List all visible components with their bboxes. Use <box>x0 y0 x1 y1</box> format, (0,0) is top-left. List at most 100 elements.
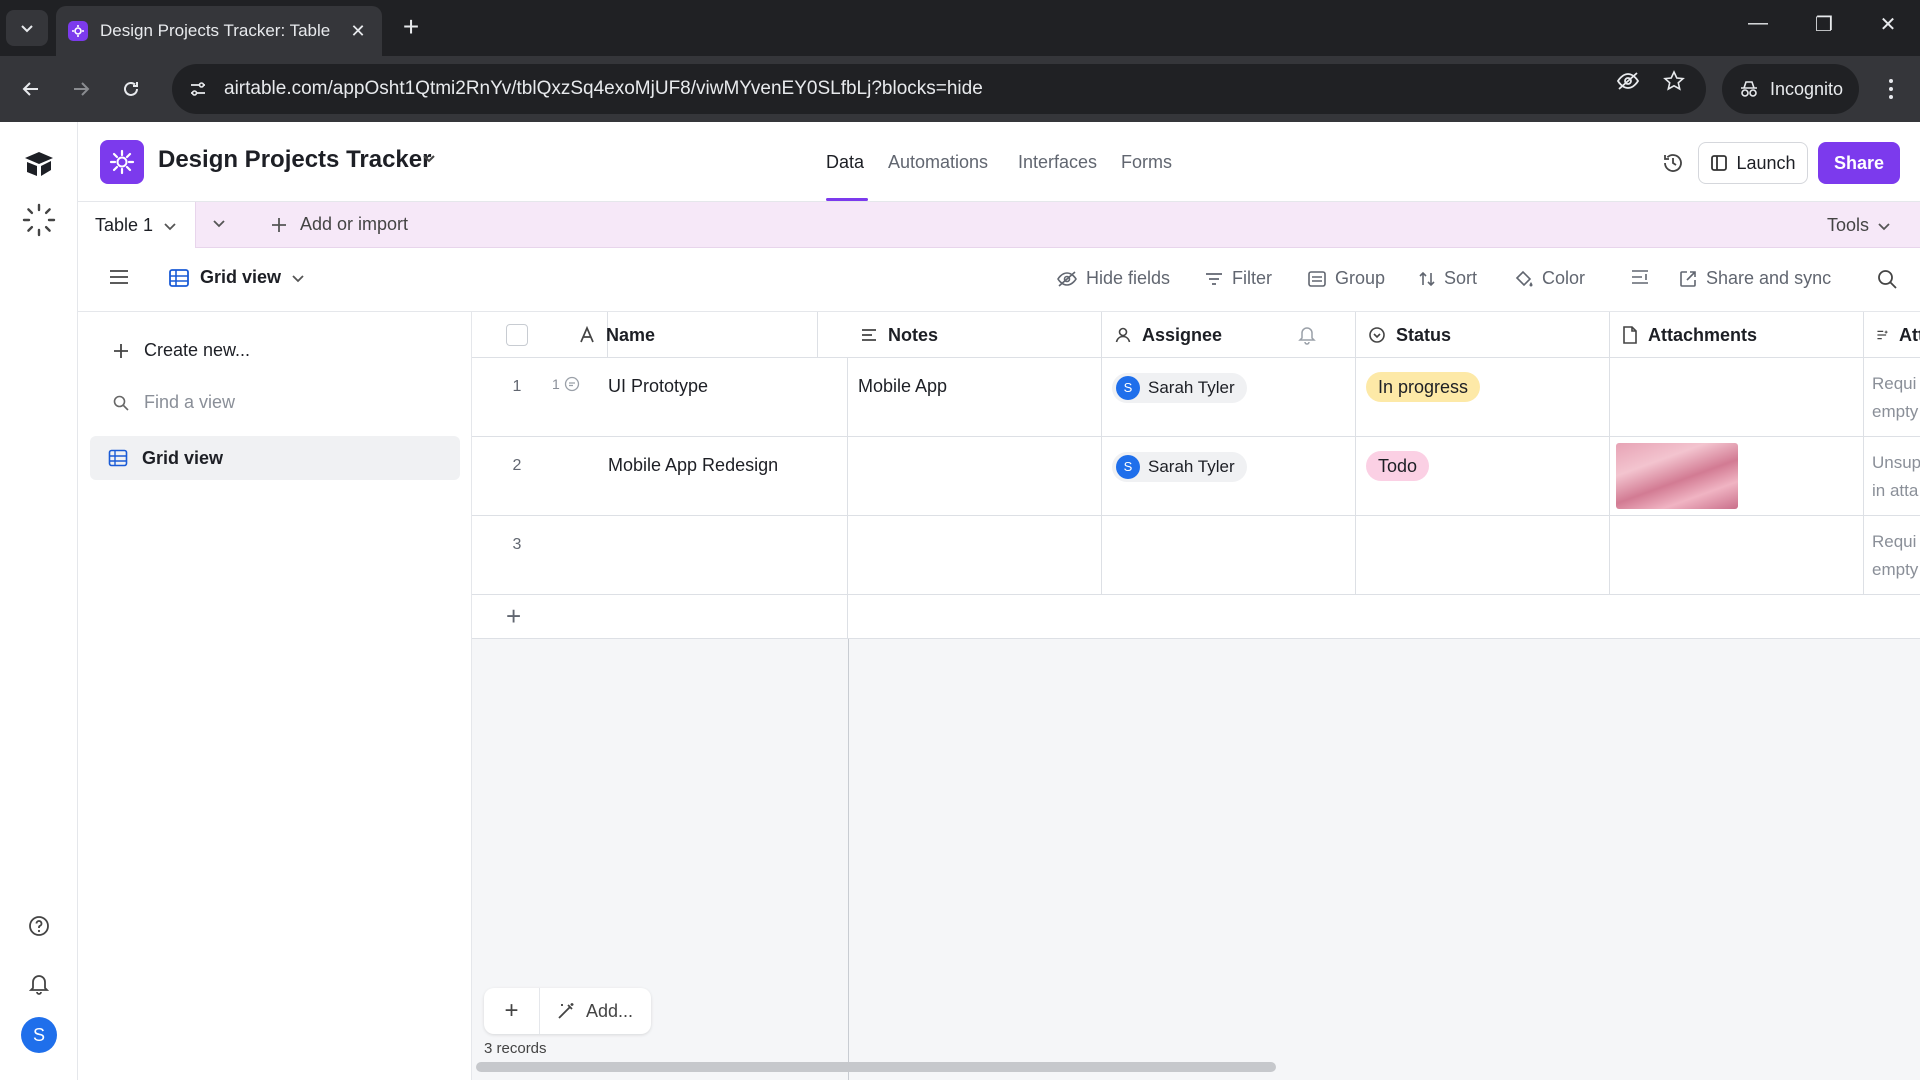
color-button[interactable]: Color <box>1514 268 1585 289</box>
table-tab-table-1[interactable]: Table 1 <box>78 202 196 249</box>
long-text-icon <box>862 329 876 341</box>
tab-search-button[interactable] <box>6 10 48 46</box>
cell-attachments[interactable] <box>1610 437 1864 516</box>
minimize-icon[interactable]: — <box>1738 12 1778 35</box>
add-record-row-extension <box>848 595 1920 639</box>
cell-name[interactable]: UI Prototype <box>598 358 848 437</box>
plus-icon[interactable]: + <box>506 601 521 632</box>
column-header-name[interactable]: Name <box>578 312 818 358</box>
hide-fields-button[interactable]: Hide fields <box>1056 268 1170 289</box>
all-tables-chevron-icon[interactable] <box>210 214 228 237</box>
restore-icon[interactable]: ❐ <box>1804 12 1844 37</box>
reload-icon[interactable] <box>114 72 148 106</box>
group-button[interactable]: Group <box>1307 268 1385 289</box>
user-avatar[interactable]: S <box>21 1017 57 1053</box>
text-field-icon <box>580 326 594 343</box>
incognito-indicator[interactable]: Incognito <box>1722 64 1860 114</box>
sidebar-item-grid-view[interactable]: Grid view <box>90 436 460 480</box>
add-record-row[interactable]: + <box>472 595 848 639</box>
cell-assignee[interactable]: S Sarah Tyler <box>1102 437 1356 516</box>
select-all-checkbox[interactable] <box>506 324 528 346</box>
user-chip[interactable]: S Sarah Tyler <box>1112 451 1247 482</box>
table-row[interactable]: 1 1 UI Prototype Mobile App S Sarah Tyle… <box>472 358 1920 437</box>
notification-bell-icon[interactable] <box>19 964 59 1004</box>
launch-button[interactable]: Launch <box>1698 142 1808 184</box>
help-icon[interactable] <box>19 906 59 946</box>
bookmark-star-icon[interactable] <box>1654 64 1694 98</box>
table-row[interactable]: 3 Requi empty <box>472 516 1920 595</box>
add-record-button[interactable]: + <box>484 988 540 1034</box>
row-comment-badge[interactable]: 1 <box>552 376 580 392</box>
column-header-attachments[interactable]: Attachments <box>1610 312 1864 358</box>
column-header-assignee[interactable]: Assignee <box>1102 312 1356 358</box>
eye-off-icon[interactable] <box>1608 64 1648 98</box>
column-header-status[interactable]: Status <box>1356 312 1610 358</box>
user-chip-name: Sarah Tyler <box>1148 456 1235 476</box>
horizontal-scrollbar[interactable] <box>476 1062 1276 1072</box>
tab-data[interactable]: Data <box>826 152 864 173</box>
cell-att-truncated[interactable]: Requi empty <box>1864 358 1920 437</box>
cell-assignee[interactable]: S Sarah Tyler <box>1102 358 1356 437</box>
new-tab-plus-icon[interactable]: + <box>396 12 426 42</box>
tools-button[interactable]: Tools <box>1827 215 1891 236</box>
cell-name[interactable] <box>598 516 848 595</box>
cell-status[interactable]: In progress <box>1356 358 1610 437</box>
cell-status[interactable] <box>1356 516 1610 595</box>
column-header-label: Attachments <box>1648 324 1758 345</box>
tab-automations[interactable]: Automations <box>888 152 988 173</box>
airtable-favicon-icon <box>68 21 88 41</box>
tab-forms[interactable]: Forms <box>1121 152 1172 173</box>
group-icon <box>1308 270 1326 287</box>
column-header-att-truncated[interactable]: Att <box>1864 312 1920 358</box>
close-icon[interactable]: ✕ <box>346 21 370 42</box>
magic-wand-icon <box>558 1003 574 1019</box>
user-chip[interactable]: S Sarah Tyler <box>1112 372 1247 403</box>
cell-name[interactable]: Mobile App Redesign <box>598 437 848 516</box>
cell-attachments[interactable] <box>1610 516 1864 595</box>
view-toolbar: Grid view Hide fields Filter Group Sort … <box>78 248 1920 312</box>
cell-status[interactable]: Todo <box>1356 437 1610 516</box>
cell-notes[interactable] <box>848 516 1102 595</box>
share-and-sync-button[interactable]: Share and sync <box>1678 268 1831 289</box>
share-button[interactable]: Share <box>1818 142 1900 184</box>
bell-icon[interactable] <box>1298 325 1316 345</box>
base-title[interactable]: Design Projects Tracker <box>158 146 431 174</box>
browser-menu-icon[interactable] <box>1876 72 1906 106</box>
browser-nav-bar: airtable.com/appOsht1Qtmi2RnYv/tblQxzSq4… <box>0 56 1920 122</box>
hamburger-menu-icon[interactable] <box>108 268 130 291</box>
history-icon[interactable] <box>1656 146 1690 180</box>
cell-notes[interactable] <box>848 437 1102 516</box>
attachment-thumbnail[interactable] <box>1616 443 1738 509</box>
cell-assignee[interactable] <box>1102 516 1356 595</box>
add-with-ai-button[interactable]: Add... <box>540 1001 651 1022</box>
eye-off-icon <box>1057 270 1077 287</box>
search-icon[interactable] <box>1876 268 1898 290</box>
window-close-icon[interactable]: ✕ <box>1868 12 1908 37</box>
status-badge: In progress <box>1366 372 1481 402</box>
workspace-loading-icon[interactable] <box>19 200 59 240</box>
chevron-down-icon[interactable] <box>421 150 437 171</box>
cell-attachments[interactable] <box>1610 358 1864 437</box>
airtable-home-icon[interactable] <box>19 144 59 184</box>
browser-tab-active[interactable]: Design Projects Tracker: Table 1 ✕ <box>56 6 382 56</box>
create-new-view-button[interactable]: Create new... <box>112 340 250 361</box>
address-bar[interactable]: airtable.com/appOsht1Qtmi2RnYv/tblQxzSq4… <box>172 64 1706 114</box>
find-view-input[interactable]: Find a view <box>112 392 235 413</box>
grid-view-icon <box>108 449 128 467</box>
cell-notes[interactable]: Mobile App <box>848 358 1102 437</box>
user-chip-name: Sarah Tyler <box>1148 377 1235 397</box>
base-icon[interactable] <box>100 140 144 184</box>
tab-interfaces[interactable]: Interfaces <box>1018 152 1097 173</box>
table-row[interactable]: 2 Mobile App Redesign S Sarah Tyler Todo… <box>472 437 1920 516</box>
sort-button[interactable]: Sort <box>1418 268 1477 289</box>
cell-att-truncated[interactable]: Requi empty <box>1864 516 1920 595</box>
add-or-import-button[interactable]: Add or import <box>270 214 408 235</box>
forward-arrow-icon[interactable] <box>64 72 98 106</box>
row-height-icon[interactable] <box>1630 268 1650 286</box>
cell-att-truncated[interactable]: Unsup in atta <box>1864 437 1920 516</box>
site-settings-icon[interactable] <box>182 73 214 105</box>
filter-button[interactable]: Filter <box>1204 268 1272 289</box>
back-arrow-icon[interactable] <box>14 72 48 106</box>
column-header-notes[interactable]: Notes <box>848 312 1102 358</box>
view-switcher[interactable]: Grid view <box>168 267 305 288</box>
